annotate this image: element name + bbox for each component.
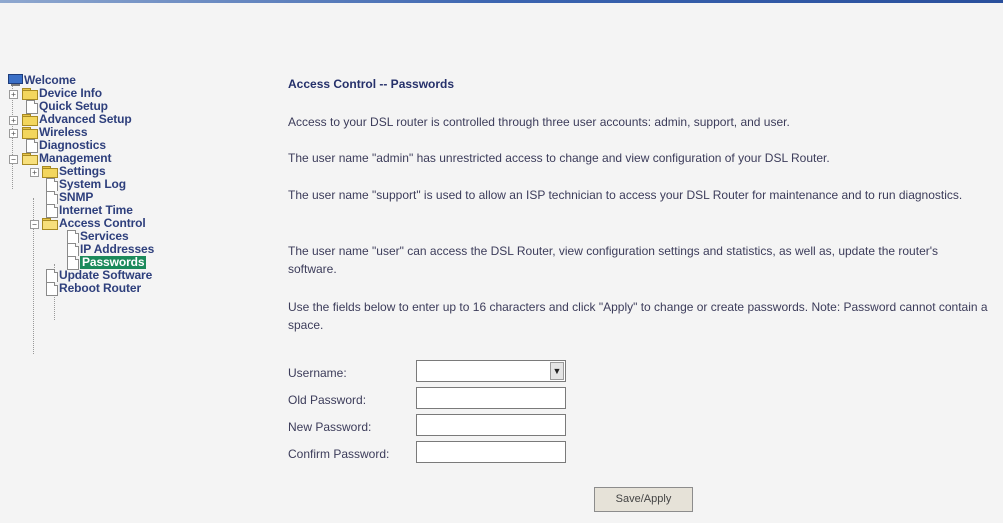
user-paragraph: The user name "user" can access the DSL … <box>288 244 939 276</box>
expand-icon[interactable]: + <box>30 168 39 177</box>
page-icon <box>26 139 38 153</box>
tree-item-label: Reboot Router <box>59 281 142 295</box>
top-accent-bar <box>0 0 1003 3</box>
page-icon <box>46 204 58 218</box>
page-icon <box>46 282 58 296</box>
folder-icon <box>22 114 38 126</box>
open-folder-icon <box>42 218 58 230</box>
confirm-password-input[interactable] <box>416 441 566 463</box>
page-icon <box>46 191 58 205</box>
chevron-down-icon[interactable]: ▼ <box>550 362 564 380</box>
page-icon <box>46 269 58 283</box>
username-label: Username: <box>288 366 347 380</box>
collapse-icon[interactable]: − <box>30 220 39 229</box>
page-icon <box>46 178 58 192</box>
open-folder-icon <box>22 153 38 165</box>
new-password-input[interactable] <box>416 414 566 436</box>
save-apply-button[interactable]: Save/Apply <box>594 487 693 512</box>
username-select[interactable]: ▼ <box>416 360 566 382</box>
support-paragraph: The user name "support" is used to allow… <box>288 188 963 202</box>
confirm-password-label: Confirm Password: <box>288 447 390 461</box>
computer-icon <box>8 74 23 86</box>
old-password-label: Old Password: <box>288 393 367 407</box>
expand-icon[interactable]: + <box>9 129 18 138</box>
admin-paragraph: The user name "admin" has unrestricted a… <box>288 151 830 165</box>
instructions-paragraph: Use the fields below to enter up to 16 c… <box>288 300 988 332</box>
page-icon <box>67 230 79 244</box>
old-password-input[interactable] <box>416 387 566 409</box>
folder-icon <box>22 127 38 139</box>
folder-icon <box>42 166 58 178</box>
new-password-label: New Password: <box>288 420 372 434</box>
page-icon <box>67 243 79 257</box>
page-icon <box>26 100 38 114</box>
page-title: Access Control -- Passwords <box>288 77 455 91</box>
intro-paragraph: Access to your DSL router is controlled … <box>288 115 790 129</box>
expand-icon[interactable]: + <box>9 90 18 99</box>
collapse-icon[interactable]: − <box>9 155 18 164</box>
expand-icon[interactable]: + <box>9 116 18 125</box>
folder-icon <box>22 88 38 100</box>
